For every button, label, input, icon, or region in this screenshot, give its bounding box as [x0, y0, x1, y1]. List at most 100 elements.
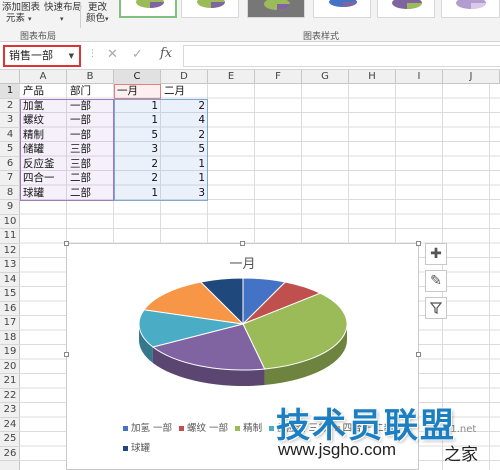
legend-item[interactable]: 螺纹 一部	[179, 419, 228, 439]
table-cell[interactable]: 1	[114, 186, 161, 201]
header-cell[interactable]: 二月	[161, 84, 208, 99]
row-header-3[interactable]: 3	[0, 113, 20, 128]
row-header-20[interactable]: 20	[0, 360, 20, 374]
row-header-12[interactable]: 12	[0, 244, 20, 258]
change-colors-button[interactable]: 更改	[88, 2, 107, 13]
row-header-11[interactable]: 11	[0, 229, 20, 244]
chart-filters-button[interactable]	[425, 297, 447, 319]
formula-input[interactable]	[183, 45, 500, 67]
resize-handle-top-left[interactable]	[64, 241, 69, 246]
table-cell[interactable]: 加氢	[20, 99, 67, 114]
table-cell[interactable]: 反应釜	[20, 157, 67, 172]
row-header-24[interactable]: 24	[0, 418, 20, 432]
row-header-5[interactable]: 5	[0, 142, 20, 157]
row-header-26[interactable]: 26	[0, 447, 20, 461]
chart-styles-button[interactable]: ✎	[425, 270, 447, 292]
row-header-7[interactable]: 7	[0, 171, 20, 186]
select-all-corner[interactable]	[0, 70, 20, 84]
row-header-13[interactable]: 13	[0, 258, 20, 273]
add-chart-element-label-line2: 元素 ▾	[6, 13, 32, 24]
table-cell[interactable]: 二部	[67, 186, 114, 201]
resize-handle-right[interactable]	[416, 352, 421, 357]
table-cell[interactable]: 储罐	[20, 142, 67, 157]
row-header-9[interactable]: 9	[0, 200, 20, 215]
table-cell[interactable]: 3	[161, 186, 208, 201]
add-chart-element-button[interactable]: 添加图表	[2, 2, 40, 13]
table-cell[interactable]: 二部	[67, 171, 114, 186]
legend-item[interactable]: 精制	[235, 419, 262, 439]
row-header-16[interactable]: 16	[0, 302, 20, 316]
row-header-19[interactable]: 19	[0, 345, 20, 360]
insert-function-button[interactable]: fx	[160, 46, 172, 61]
column-header-g[interactable]: G	[302, 70, 349, 84]
table-cell[interactable]: 螺纹	[20, 113, 67, 128]
column-header-j[interactable]: J	[443, 70, 500, 84]
legend-item[interactable]: 球罐	[123, 439, 150, 459]
table-cell[interactable]: 3	[114, 142, 161, 157]
enter-check-icon[interactable]: ✓	[132, 47, 143, 62]
row-header-4[interactable]: 4	[0, 128, 20, 142]
chart-style-thumb-3[interactable]	[247, 0, 305, 18]
table-cell[interactable]: 精制	[20, 128, 67, 143]
column-header-c[interactable]: C	[114, 70, 161, 84]
table-cell[interactable]: 三部	[67, 157, 114, 172]
table-cell[interactable]: 1	[161, 157, 208, 172]
header-cell[interactable]: 产品	[20, 84, 67, 99]
resize-handle-top[interactable]	[240, 241, 245, 246]
table-cell[interactable]: 4	[161, 113, 208, 128]
row-header-10[interactable]: 10	[0, 215, 20, 229]
table-cell[interactable]: 球罐	[20, 186, 67, 201]
row-header-25[interactable]: 25	[0, 432, 20, 447]
column-header-h[interactable]: H	[349, 70, 396, 84]
column-header-f[interactable]: F	[255, 70, 302, 84]
chevron-down-icon[interactable]: ▼	[69, 47, 74, 65]
chart-style-thumb-4[interactable]	[313, 0, 371, 18]
table-cell[interactable]: 2	[161, 99, 208, 114]
table-cell[interactable]: 一部	[67, 113, 114, 128]
column-header-e[interactable]: E	[208, 70, 255, 84]
table-cell[interactable]: 2	[114, 171, 161, 186]
row-header-6[interactable]: 6	[0, 157, 20, 171]
chart-style-thumb-1[interactable]	[119, 0, 177, 18]
table-cell[interactable]: 一部	[67, 128, 114, 143]
row-header-14[interactable]: 14	[0, 273, 20, 287]
quick-layout-button[interactable]: 快速布局	[44, 2, 82, 13]
row-header-8[interactable]: 8	[0, 186, 20, 200]
row-header-22[interactable]: 22	[0, 389, 20, 403]
table-cell[interactable]: 1	[161, 171, 208, 186]
header-cell[interactable]: 部门	[67, 84, 114, 99]
row-header-15[interactable]: 15	[0, 287, 20, 302]
row-header-17[interactable]: 17	[0, 316, 20, 331]
table-cell[interactable]: 1	[114, 99, 161, 114]
header-cell[interactable]: 一月	[114, 84, 161, 99]
chart-elements-button[interactable]: ✚	[425, 243, 447, 265]
column-header-a[interactable]: A	[20, 70, 67, 84]
chart-style-thumb-2[interactable]	[181, 0, 239, 18]
pie-thumb-icon	[136, 0, 164, 8]
column-header-b[interactable]: B	[67, 70, 114, 84]
table-cell[interactable]: 5	[161, 142, 208, 157]
column-header-d[interactable]: D	[161, 70, 208, 84]
cancel-icon[interactable]: ✕	[107, 47, 118, 62]
table-cell[interactable]: 5	[114, 128, 161, 143]
row-header-2[interactable]: 2	[0, 99, 20, 113]
table-cell[interactable]: 三部	[67, 142, 114, 157]
quick-layout-dropdown[interactable]: ▾	[60, 13, 64, 25]
resize-handle-top-right[interactable]	[416, 241, 421, 246]
column-header-i[interactable]: I	[396, 70, 443, 84]
legend-item[interactable]: 加氢 一部	[123, 419, 172, 439]
chart-style-thumb-5[interactable]	[377, 0, 435, 18]
row-header-1[interactable]: 1	[0, 84, 20, 99]
plus-icon: ✚	[430, 246, 442, 262]
row-header-21[interactable]: 21	[0, 374, 20, 389]
chart-style-thumb-6[interactable]	[441, 0, 500, 18]
resize-handle-left[interactable]	[64, 352, 69, 357]
table-cell[interactable]: 四合一	[20, 171, 67, 186]
table-cell[interactable]: 2	[114, 157, 161, 172]
table-cell[interactable]: 2	[161, 128, 208, 143]
name-box[interactable]: 销售一部 ▼	[3, 45, 81, 67]
table-cell[interactable]: 1	[114, 113, 161, 128]
row-header-18[interactable]: 18	[0, 331, 20, 345]
table-cell[interactable]: 一部	[67, 99, 114, 114]
row-header-23[interactable]: 23	[0, 403, 20, 418]
